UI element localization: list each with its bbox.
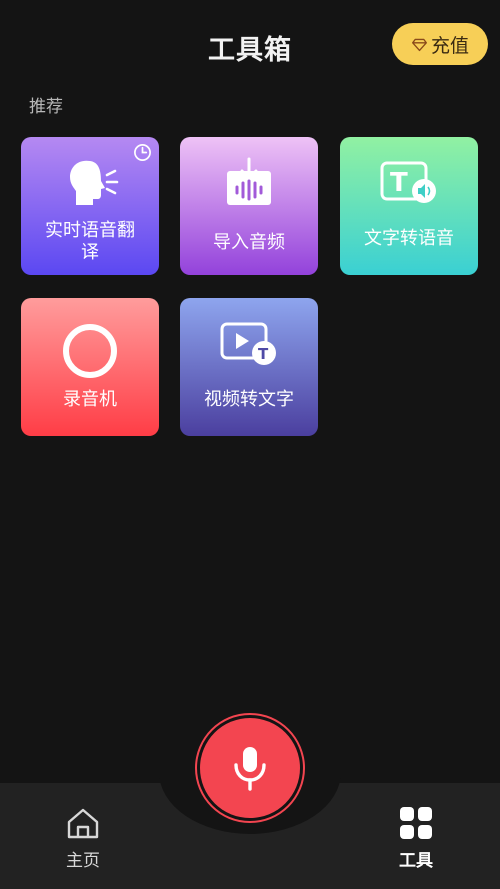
tool-recorder[interactable]: 录音机 [21,298,159,436]
record-circle-icon [63,324,117,378]
video-to-text-icon-wrap: T [180,318,318,370]
tool-label-line1: 实时语音翻 [45,220,135,241]
nav-tools-label: 工具 [399,851,433,871]
tool-label-line2: 译 [81,242,99,263]
svg-text:T: T [390,168,408,198]
tool-label: 录音机 [63,389,117,410]
microphone-icon [234,747,266,791]
tool-import-audio[interactable]: 导入音频 [180,137,318,275]
grid-icon [400,807,432,839]
tool-label: 视频转文字 [204,389,294,410]
nav-home[interactable]: 主页 [43,806,123,871]
nav-home-label: 主页 [66,851,100,871]
diamond-icon [412,38,427,51]
text-to-speech-icon-wrap: T [340,157,478,209]
tool-video-to-text[interactable]: T 视频转文字 [180,298,318,436]
tool-label: 导入音频 [213,232,285,253]
home-icon [67,808,99,839]
recharge-button[interactable]: 充值 [392,23,488,65]
nav-tools[interactable]: 工具 [376,806,456,871]
text-to-speech-icon: T [380,161,436,203]
header: 工具箱 充值 [0,0,500,90]
speaking-head-icon [70,160,119,205]
speaking-head-icon-wrap [21,157,159,209]
tool-text-to-speech[interactable]: T 文字转语音 [340,137,478,275]
recharge-label: 充值 [430,34,469,57]
import-audio-icon-wrap [180,157,318,209]
section-label-recommended: 推荐 [29,97,63,117]
svg-text:T: T [258,345,269,363]
tool-label: 文字转语音 [364,228,454,249]
video-to-text-icon: T [220,322,276,365]
record-circle-icon-wrap [21,322,159,380]
tool-realtime-voice-translate[interactable]: 实时语音翻 译 [21,137,159,275]
import-audio-icon [227,157,271,205]
record-button[interactable] [200,718,300,818]
